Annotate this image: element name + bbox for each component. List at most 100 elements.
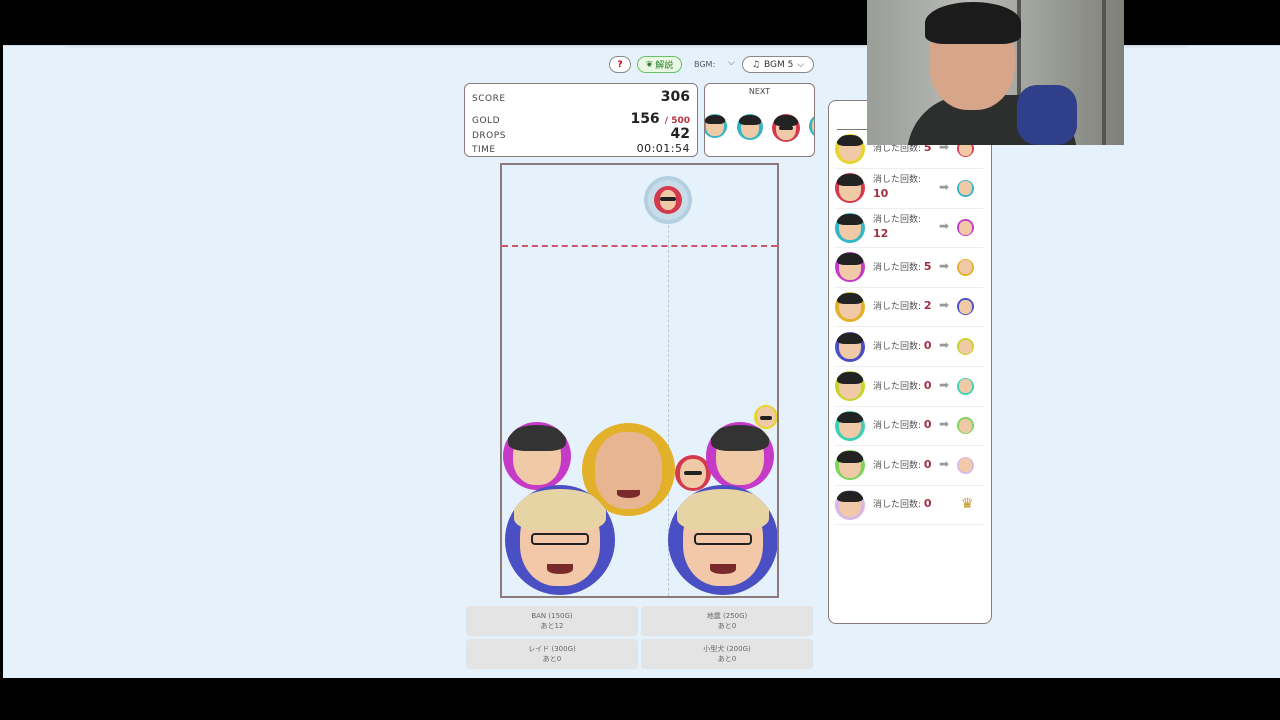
drops-value: 42 (670, 126, 690, 142)
help-button[interactable]: ? (609, 56, 631, 73)
next-evolution-avatar (957, 258, 974, 276)
next-evolution-avatar (957, 219, 974, 237)
evolution-row: 消した回数: 12 ➡ (835, 208, 983, 249)
row-count-label: 消した回数: (873, 421, 922, 432)
row-count-text: 消した回数: 0 (873, 497, 935, 512)
evolution-row: 消した回数: 0 ➡ (835, 406, 983, 447)
face-magenta-right (706, 422, 774, 490)
row-count-label: 消した回数: (873, 262, 922, 273)
row-count-text: 消した回数: 0 (873, 458, 935, 473)
row-count-value: 10 (873, 187, 889, 201)
row-count-value: 0 (923, 457, 932, 471)
next-panel: NEXT (704, 83, 815, 157)
next-evolution-avatar (957, 456, 974, 474)
raid-button-label: レイド (300G) (528, 645, 576, 653)
held-face[interactable] (644, 176, 692, 224)
score-panel: SCORE 306 GOLD 156 / 500 DROPS 42 TIME 0… (464, 83, 698, 157)
earthquake-button[interactable]: 地震 (250G) あと0 (641, 606, 813, 636)
row-count-label: 消した回数: (873, 144, 922, 154)
game-over-line (502, 245, 777, 247)
small-dog-button[interactable]: 小型犬 (200G) あと0 (641, 639, 813, 669)
next-evolution-avatar (957, 298, 974, 316)
evolution-row: 消した回数: 10 ➡ (835, 169, 983, 209)
row-count-label: 消した回数: (873, 460, 922, 471)
chevron-down-icon[interactable]: ⌵ (728, 58, 735, 68)
ban-button[interactable]: BAN (150G) あと12 (466, 606, 638, 636)
row-count-value: 5 (923, 259, 932, 273)
row-count-value: 0 (923, 339, 932, 352)
arrow-right-icon: ➡ (939, 456, 950, 471)
earthquake-button-label: 地震 (250G) (706, 612, 748, 620)
evolution-row: 消した回数: 0 ➡ (835, 327, 983, 367)
next-face-1 (705, 114, 727, 138)
evolution-row: 消した回数: 2 ➡ (835, 287, 983, 328)
bgm-select-value: BGM 5 (763, 59, 794, 70)
gold-value: 156 (630, 111, 660, 127)
row-face-avatar (835, 173, 865, 204)
earthquake-button-remaining: あと0 (717, 622, 737, 630)
row-count-text: 消した回数: 0 (873, 339, 935, 354)
explain-label: 解説 (655, 61, 674, 71)
row-count-label: 消した回数: (873, 381, 922, 392)
row-face-avatar (835, 133, 865, 164)
raid-button[interactable]: レイド (300G) あと0 (466, 639, 638, 669)
explain-button[interactable]: ❦ 解説 (637, 56, 682, 73)
row-count-value: 0 (923, 497, 932, 511)
gold-label: GOLD (472, 116, 501, 126)
row-count-label: 消した回数: (873, 214, 922, 225)
arrow-right-icon: ➡ (939, 417, 950, 432)
time-value: 00:01:54 (636, 142, 690, 155)
row-count-label: 消した回数: (873, 500, 922, 511)
row-count-text: 消した回数: 5 (873, 260, 935, 275)
arrow-right-icon: ➡ (939, 338, 950, 352)
face-blue-right (668, 485, 777, 595)
leaf-icon: ❦ (645, 59, 654, 70)
face-magenta-left (503, 422, 571, 490)
row-count-text: 消した回数: 0 (873, 418, 935, 433)
small-dog-button-label: 小型犬 (200G) (703, 645, 751, 653)
next-face-4 (809, 114, 814, 138)
row-count-text: 消した回数: 2 (873, 299, 935, 314)
face-yellow-tiny (754, 405, 777, 429)
arrow-right-icon: ➡ (939, 377, 950, 392)
webcam-overlay (867, 0, 1124, 145)
row-face-avatar (835, 489, 865, 520)
evolution-row: 消した回数: 5 ➡ (835, 248, 983, 288)
arrow-right-icon: ➡ (939, 179, 950, 194)
evolution-row: 消した回数: 0 ➡ (835, 446, 983, 486)
row-count-text: 消した回数: 0 (873, 379, 935, 394)
arrow-right-icon: ➡ (939, 258, 950, 273)
row-face-avatar (835, 371, 865, 402)
gold-max: / 500 (664, 116, 690, 126)
next-face-3 (772, 114, 800, 142)
evolution-row: 消した回数: 0 ♛ (835, 485, 983, 526)
next-evolution-avatar (957, 338, 974, 355)
music-note-icon: ♫ (751, 59, 760, 70)
row-face-avatar (835, 291, 865, 322)
row-count-label: 消した回数: (873, 302, 922, 313)
row-face-avatar (835, 331, 865, 362)
next-evolution-avatar (957, 417, 974, 435)
next-face-2 (737, 114, 763, 140)
crown-icon: ♛ (961, 496, 974, 513)
row-count-value: 0 (923, 418, 932, 432)
row-face-avatar (835, 450, 865, 481)
evolution-row: 消した回数: 0 ➡ (835, 367, 983, 407)
row-count-text: 消した回数: 12 (873, 214, 935, 242)
face-blue-left (505, 485, 615, 595)
next-evolution-avatar (957, 377, 974, 395)
row-count-value: 12 (873, 226, 889, 240)
next-label: NEXT (748, 87, 771, 96)
next-evolution-avatar (957, 179, 974, 197)
arrow-right-icon: ➡ (939, 298, 950, 313)
row-face-avatar (835, 252, 865, 283)
row-count-label: 消した回数: (873, 175, 922, 186)
bgm-select[interactable]: ♫ BGM 5 ⌵ (742, 56, 814, 73)
score-label: SCORE (472, 94, 506, 104)
raid-button-remaining: あと0 (542, 655, 562, 663)
row-count-value: 0 (923, 378, 932, 392)
chevron-down-icon: ⌵ (797, 59, 805, 70)
game-field[interactable] (500, 163, 779, 598)
small-dog-button-remaining: あと0 (717, 655, 737, 663)
score-value: 306 (660, 89, 690, 105)
